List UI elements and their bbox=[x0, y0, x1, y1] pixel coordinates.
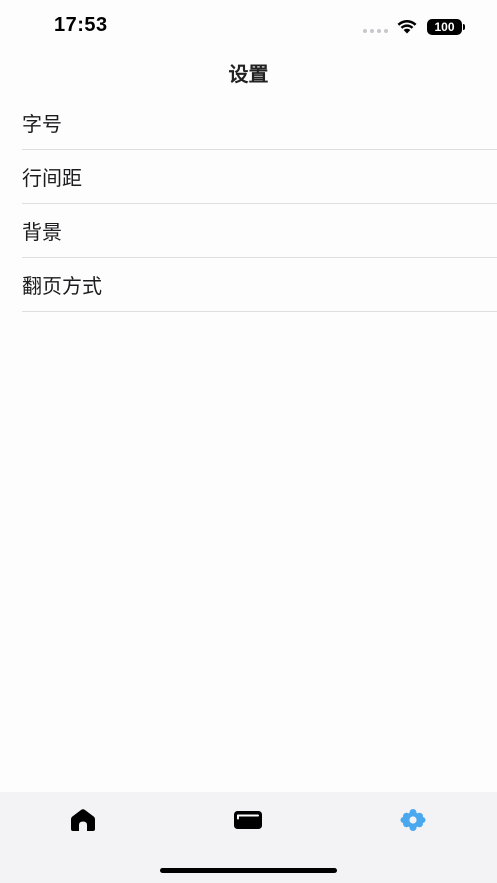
tab-home[interactable] bbox=[63, 805, 103, 835]
settings-item-page-turn-mode[interactable]: 翻页方式 bbox=[22, 258, 497, 312]
battery-cap bbox=[463, 24, 465, 30]
battery-icon: 100 bbox=[427, 19, 462, 35]
page-title: 设置 bbox=[228, 62, 269, 86]
status-bar: 17:53 100 bbox=[0, 0, 497, 54]
settings-list: 字号 行间距 背景 翻页方式 bbox=[22, 96, 497, 312]
tab-settings[interactable] bbox=[393, 805, 433, 835]
status-time: 17:53 bbox=[54, 14, 108, 36]
settings-item-font-size[interactable]: 字号 bbox=[22, 96, 497, 150]
gear-icon bbox=[400, 809, 426, 831]
home-indicator[interactable] bbox=[160, 868, 337, 873]
tab-library[interactable] bbox=[228, 805, 268, 835]
app-screen: 17:53 100 设置 字号 行间距 背景 翻页方式 bbox=[0, 0, 497, 883]
book-icon bbox=[234, 811, 262, 829]
cellular-signal-icon bbox=[363, 29, 388, 33]
settings-item-line-spacing[interactable]: 行间距 bbox=[22, 150, 497, 204]
settings-item-background[interactable]: 背景 bbox=[22, 204, 497, 258]
home-icon bbox=[71, 809, 95, 831]
wifi-icon bbox=[397, 20, 417, 34]
